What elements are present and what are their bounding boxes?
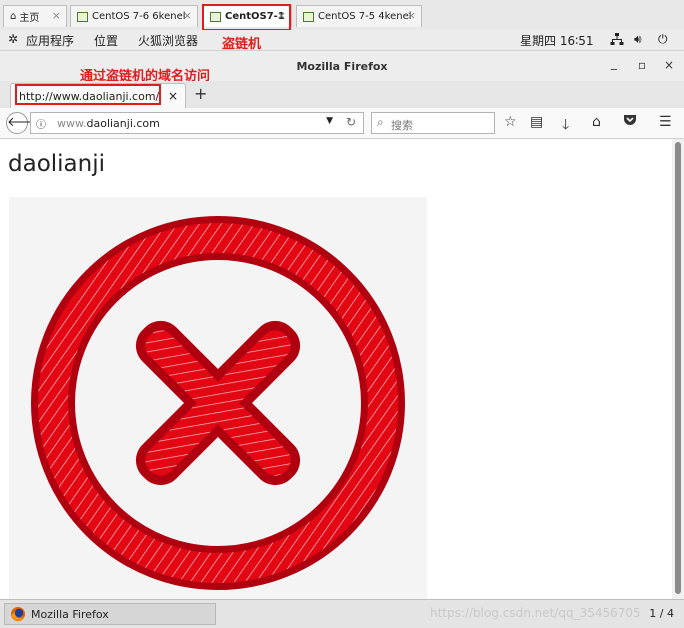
close-icon[interactable]: × — [407, 9, 416, 22]
browser-menu[interactable]: 火狐浏览器 — [138, 32, 198, 49]
search-placeholder: 搜索 — [391, 119, 413, 132]
vm-tab-centos75[interactable]: CentOS 7-5 4kenel × — [296, 5, 422, 27]
error-image — [9, 197, 427, 599]
maximize-button[interactable]: ▫ — [638, 58, 646, 72]
url-text: www.daolianji.com — [57, 117, 160, 130]
menu-icon[interactable]: ☰ — [659, 114, 672, 130]
home-icon: ⌂ — [10, 11, 17, 22]
page-heading: daolianji — [8, 151, 105, 177]
power-icon[interactable]: ⏻ — [658, 32, 668, 47]
taskbar: Mozilla Firefox https://blog.csdn.net/qq… — [0, 599, 684, 628]
new-tab-button[interactable]: + — [194, 84, 207, 103]
vm-tab-label: CentOS 7-5 4kenel — [318, 11, 412, 22]
applications-menu[interactable]: 应用程序 — [26, 32, 74, 49]
taskbar-item-label: Mozilla Firefox — [31, 608, 109, 621]
search-icon: ⌕ — [377, 115, 384, 129]
taskbar-item-firefox[interactable]: Mozilla Firefox — [4, 603, 216, 625]
error-x-icon — [31, 216, 405, 590]
navigation-bar: 🡐 ⓘ www.daolianji.com ▼ ↻ ⌕ 搜索 ☆ ▤ 🡓 ⌂ ☰ — [0, 108, 684, 139]
firefox-icon — [10, 606, 26, 625]
vm-icon — [303, 11, 314, 22]
annotation-vm-label: 盗链机 — [222, 37, 262, 52]
dropdown-icon[interactable]: ▼ — [326, 116, 333, 126]
network-icon[interactable] — [610, 32, 624, 49]
vm-icon — [77, 11, 88, 22]
home-icon[interactable]: ⌂ — [592, 114, 601, 130]
vertical-scrollbar[interactable] — [672, 139, 684, 599]
close-tab-icon[interactable]: × — [168, 89, 178, 103]
annotation-box-tab — [15, 84, 161, 105]
watermark: https://blog.csdn.net/qq_35456705 — [430, 606, 641, 620]
page-content: daolianji — [0, 139, 672, 599]
search-box[interactable]: ⌕ 搜索 — [371, 112, 495, 134]
close-window-button[interactable]: × — [664, 58, 674, 72]
places-menu[interactable]: 位置 — [94, 32, 118, 49]
download-icon[interactable]: 🡓 — [562, 114, 569, 138]
close-icon[interactable]: × — [183, 9, 192, 22]
workspace-pager[interactable]: 1 / 4 — [649, 607, 674, 620]
scrollbar-thumb[interactable] — [675, 142, 681, 594]
minimize-button[interactable]: _ — [611, 56, 617, 70]
annotation-box-vm-tab — [202, 4, 291, 31]
bookmark-star-icon[interactable]: ☆ — [504, 114, 517, 130]
vm-tab-strip: ⌂ 主页 × CentOS 7-6 6kenel × CentOS7-1 × C… — [0, 0, 684, 31]
apps-menu-icon: ✲ — [8, 32, 19, 46]
volume-icon[interactable]: 🔊︎ — [634, 32, 642, 47]
back-button[interactable]: 🡐 — [6, 112, 42, 134]
pocket-icon[interactable] — [623, 114, 637, 131]
info-icon[interactable]: ⓘ — [36, 116, 46, 131]
vm-tab-centos76[interactable]: CentOS 7-6 6kenel × — [70, 5, 198, 27]
reload-icon[interactable]: ↻ — [346, 115, 356, 129]
url-bar[interactable]: ⓘ www.daolianji.com ▼ ↻ — [30, 112, 364, 134]
vm-tab-label: CentOS 7-6 6kenel — [92, 11, 186, 22]
vm-tab-label: 主页 — [19, 13, 40, 24]
top-panel: ✲ 应用程序 位置 火狐浏览器 星期四 16∶51 🔊︎ ⏻ — [0, 30, 684, 51]
close-icon[interactable]: × — [52, 9, 61, 22]
reading-list-icon[interactable]: ▤ — [530, 114, 543, 130]
vm-tab-home[interactable]: ⌂ 主页 × — [3, 5, 67, 27]
clock[interactable]: 星期四 16∶51 — [520, 32, 593, 49]
